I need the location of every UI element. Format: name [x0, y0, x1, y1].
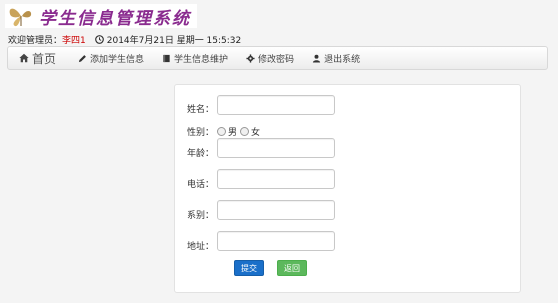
gender-label: 性别： 男 女: [187, 125, 260, 138]
department-label: 系别：: [187, 211, 215, 221]
nav-change-password-label: 修改密码: [258, 54, 295, 65]
address-label: 地址：: [187, 242, 215, 252]
user-icon: [312, 54, 321, 63]
student-form-panel: 姓名： 性别： 男 女 年龄： 电话： 系别： 地址： 提交 返回: [174, 84, 521, 293]
clock-icon: [94, 34, 104, 44]
name-label: 姓名：: [187, 105, 215, 115]
back-button[interactable]: 返回: [277, 260, 307, 276]
main-navbar: 首页 添加学生信息 学生信息维护 修改密码 退出系统: [7, 46, 548, 70]
age-label: 年龄：: [187, 149, 215, 159]
nav-exit-system-label: 退出系统: [324, 54, 361, 65]
nav-add-student[interactable]: 添加学生信息: [78, 52, 144, 65]
nav-add-student-label: 添加学生信息: [90, 54, 145, 65]
gender-male-label: 男: [228, 128, 238, 138]
name-input[interactable]: [217, 95, 335, 115]
age-input[interactable]: [217, 138, 335, 158]
nav-change-password[interactable]: 修改密码: [246, 52, 294, 65]
gender-label-text: 性别：: [187, 128, 215, 138]
nav-home[interactable]: 首页: [19, 50, 56, 67]
datetime-text: 2014年7月21日 星期一 15:5:32: [106, 35, 242, 46]
gender-female-label: 女: [251, 128, 261, 138]
admin-name: 李四1: [62, 35, 86, 46]
gender-male-radio[interactable]: [217, 127, 227, 136]
submit-button[interactable]: 提交: [234, 260, 264, 276]
nav-home-label: 首页: [32, 51, 57, 66]
welcome-label: 欢迎管理员：: [8, 35, 63, 46]
pencil-icon: [78, 54, 86, 62]
nav-maintain-student[interactable]: 学生信息维护: [162, 52, 228, 65]
status-line: 欢迎管理员： 李四1 2014年7月21日 星期一 15:5:32: [8, 33, 242, 46]
gender-female-radio[interactable]: [240, 127, 250, 136]
department-input[interactable]: [217, 200, 335, 220]
gear-icon: [246, 53, 255, 63]
phone-input[interactable]: [217, 169, 335, 189]
address-input[interactable]: [217, 231, 335, 251]
home-icon: [19, 53, 29, 63]
book-icon: [163, 54, 170, 62]
nav-exit-system[interactable]: 退出系统: [312, 52, 360, 65]
system-title: 学生信息管理系统: [39, 8, 191, 29]
nav-maintain-student-label: 学生信息维护: [174, 54, 229, 65]
butterfly-logo-icon: [9, 8, 32, 27]
header-banner: 学生信息管理系统: [5, 4, 197, 29]
phone-label: 电话：: [187, 180, 215, 190]
